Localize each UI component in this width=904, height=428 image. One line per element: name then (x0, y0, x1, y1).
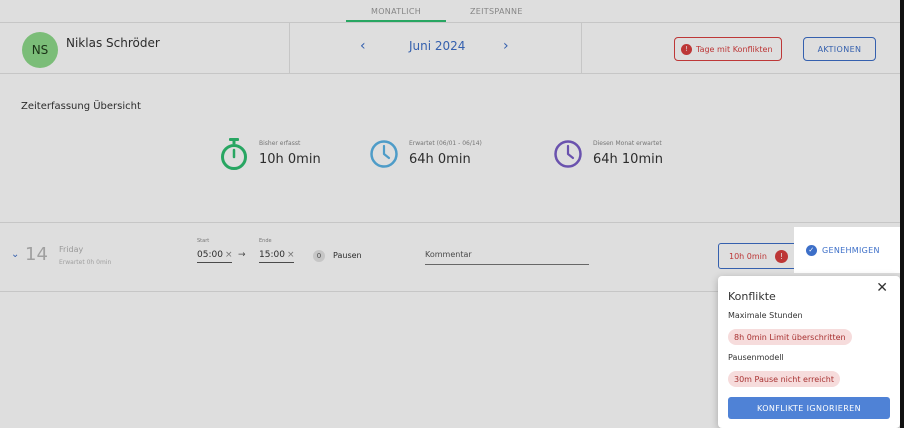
start-label: Start (197, 238, 210, 244)
stat-value: 10h 0min (259, 152, 321, 167)
start-time-value: 05:00 (197, 250, 223, 260)
tab-period[interactable]: ZEITSPANNE (470, 7, 523, 16)
day-expected: Erwartet 0h 0min (59, 259, 112, 266)
chevron-right-icon[interactable]: › (503, 38, 509, 54)
clear-start-icon[interactable]: × (225, 250, 233, 260)
stat-label: Bisher erfasst (259, 140, 301, 147)
alert-icon: ! (774, 249, 788, 263)
user-name: Niklas Schröder (66, 36, 160, 50)
start-time-field[interactable]: 05:00 × (197, 250, 233, 263)
divider (289, 23, 290, 73)
conflict-heading: Pausenmodell (728, 353, 784, 362)
conflict-days-button[interactable]: ! Tage mit Konflikten (674, 37, 782, 61)
end-time-field[interactable]: 15:00 × (259, 250, 295, 263)
view-tabs: MONATLICH ZEITSPANNE (0, 0, 900, 22)
stat-label: Diesen Monat erwartet (593, 140, 662, 147)
conflicts-popover: Konflikte ✕ Maximale Stunden 8h 0min Lim… (718, 276, 900, 428)
divider (0, 73, 900, 74)
day-number: 14 (25, 244, 48, 265)
month-label: Juni 2024 (409, 39, 466, 53)
app-root: MONATLICH ZEITSPANNE NS Niklas Schröder … (0, 0, 900, 428)
approve-button[interactable]: ✓ GENEHMIGEN (794, 227, 900, 273)
popover-title: Konflikte (728, 290, 776, 303)
window-edge (900, 0, 904, 428)
conflict-days-label: Tage mit Konflikten (696, 44, 773, 54)
end-label: Ende (259, 238, 272, 244)
stat-value: 64h 0min (409, 152, 471, 167)
chevron-left-icon[interactable]: ‹ (360, 38, 366, 54)
clear-end-icon[interactable]: × (287, 250, 295, 260)
arrow-right-icon: → (238, 250, 246, 260)
conflict-chip: 8h 0min Limit überschritten (728, 329, 852, 345)
alert-icon: ! (681, 43, 692, 55)
comment-input[interactable]: Kommentar (425, 250, 589, 265)
hours-chip[interactable]: 10h 0min ! (718, 243, 798, 269)
end-time-value: 15:00 (259, 250, 285, 260)
conflict-chip: 30m Pause nicht erreicht (728, 371, 840, 387)
pause-count[interactable]: 0 (313, 250, 325, 262)
ignore-conflicts-button[interactable]: KONFLIKTE IGNORIEREN (728, 397, 890, 419)
tab-monthly[interactable]: MONATLICH (371, 7, 421, 16)
clock-icon (554, 140, 582, 168)
expand-chevron-icon[interactable]: ⌄ (11, 249, 19, 260)
divider (581, 23, 582, 73)
clock-icon (370, 140, 398, 168)
avatar: NS (22, 32, 58, 68)
actions-button[interactable]: AKTIONEN (803, 37, 876, 61)
stat-value: 64h 10min (593, 152, 663, 167)
conflict-heading: Maximale Stunden (728, 311, 803, 320)
approve-label: GENEHMIGEN (822, 245, 880, 255)
stopwatch-icon (221, 138, 247, 170)
divider (0, 222, 900, 223)
header: NS Niklas Schröder ‹ Juni 2024 › ! Tage … (0, 23, 900, 73)
overview-title: Zeiterfassung Übersicht (21, 101, 141, 112)
hours-value: 10h 0min (729, 251, 767, 261)
check-circle-icon: ✓ (806, 244, 817, 256)
close-icon[interactable]: ✕ (876, 280, 888, 296)
pause-label[interactable]: Pausen (333, 251, 362, 260)
day-name: Friday (59, 245, 84, 254)
stat-label: Erwartet (06/01 - 06/14) (409, 140, 482, 147)
